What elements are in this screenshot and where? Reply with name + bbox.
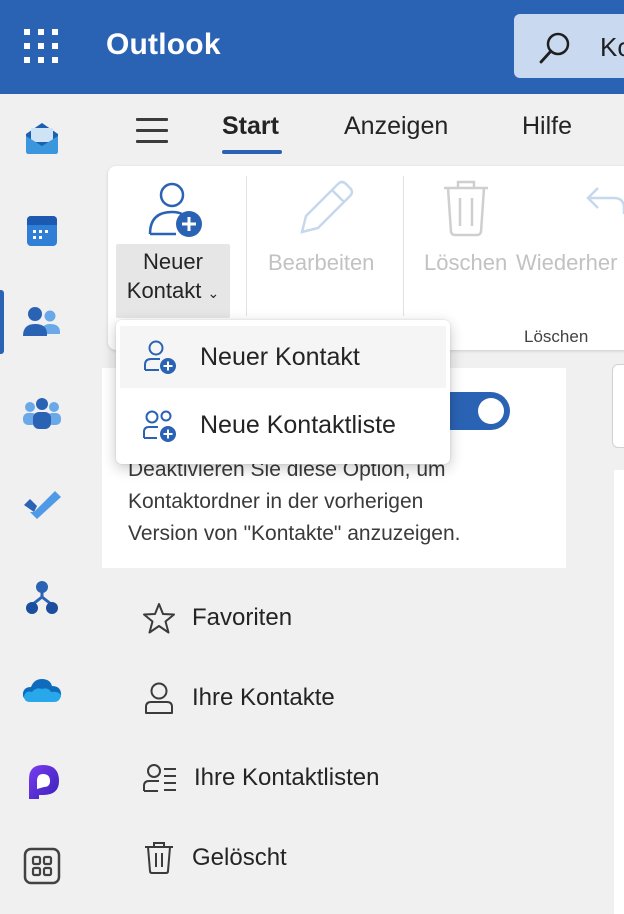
todo-check-icon <box>24 491 61 519</box>
new-contact-label-line2: Kontakt ⌄ <box>126 278 220 303</box>
chevron-down-icon: ⌄ <box>207 285 220 301</box>
nav-item-label: Gelöscht <box>192 844 287 871</box>
menu-item-label: Neuer Kontakt <box>200 342 360 371</box>
right-panel-body <box>614 470 624 914</box>
nav-item-label: Favoriten <box>192 604 293 631</box>
ribbon-group-label: Löschen <box>524 327 589 346</box>
person-add-icon <box>148 182 202 237</box>
calendar-icon <box>27 216 57 246</box>
top-header: Outlook Ko <box>0 0 624 94</box>
person-icon <box>145 682 173 714</box>
star-icon <box>143 603 175 634</box>
ribbon-divider <box>403 176 404 316</box>
app-rail <box>0 94 92 914</box>
nav-item-your-contacts[interactable]: Ihre Kontakte <box>142 678 335 718</box>
toggle-knob <box>478 398 504 424</box>
people-add-icon <box>143 410 176 442</box>
search-input-text[interactable]: Ko <box>600 32 624 63</box>
onedrive-cloud-icon <box>22 679 62 702</box>
new-contact-dropdown: Neuer Kontakt Neue Kontaktliste <box>116 320 450 464</box>
tab-start[interactable]: Start <box>222 112 279 141</box>
apps-grid-icon <box>23 847 61 885</box>
menu-item-new-contact[interactable]: Neuer Kontakt <box>120 326 446 388</box>
nav-item-label: Ihre Kontakte <box>192 684 335 711</box>
nav-item-deleted[interactable]: Gelöscht <box>142 838 287 878</box>
new-contact-button[interactable]: Neuer Kontakt ⌄ <box>116 244 230 318</box>
mail-icon <box>26 123 58 154</box>
people-icon <box>23 307 60 336</box>
new-contact-label-line1: Neuer <box>143 249 203 274</box>
nav-item-label: Ihre Kontaktlisten <box>194 764 380 791</box>
search-icon <box>539 32 570 64</box>
delete-button[interactable]: Löschen <box>424 250 507 276</box>
ribbon-divider <box>246 176 247 316</box>
rail-item-more-apps[interactable] <box>0 836 84 896</box>
rail-item-groups[interactable] <box>0 384 84 444</box>
rail-item-calendar[interactable] <box>0 200 84 260</box>
menu-item-new-contact-list[interactable]: Neue Kontaktliste <box>120 394 446 456</box>
rail-item-todo[interactable] <box>0 474 84 534</box>
app-launcher-icon[interactable] <box>24 29 58 63</box>
nav-item-contact-lists[interactable]: Ihre Kontaktlisten <box>142 758 379 798</box>
person-add-icon <box>144 340 176 374</box>
edit-button[interactable]: Bearbeiten <box>268 250 374 276</box>
pencil-icon <box>300 180 354 234</box>
rail-item-onedrive[interactable] <box>0 662 84 722</box>
toggle-description: Deaktivieren Sie diese Option, um Kontak… <box>128 458 461 545</box>
rail-item-org[interactable] <box>0 568 84 628</box>
right-panel-edge <box>612 364 624 448</box>
delete-trash-icon <box>444 180 488 237</box>
menu-item-label: Neue Kontaktliste <box>200 410 396 439</box>
tab-active-underline <box>222 150 282 154</box>
rail-item-people[interactable] <box>0 292 84 352</box>
trash-icon <box>145 842 173 874</box>
tab-anzeigen[interactable]: Anzeigen <box>344 112 448 141</box>
contact-list-icon <box>143 764 176 792</box>
app-title: Outlook <box>106 28 221 61</box>
rail-item-mail[interactable] <box>0 108 84 168</box>
rail-item-loop[interactable] <box>0 752 84 812</box>
hamburger-menu-icon[interactable] <box>136 118 168 143</box>
org-chart-icon <box>26 581 58 614</box>
restore-button[interactable]: Wiederher <box>516 250 617 276</box>
groups-icon <box>23 398 61 429</box>
tab-hilfe[interactable]: Hilfe <box>522 112 572 141</box>
restore-undo-icon <box>586 187 624 214</box>
nav-item-favorites[interactable]: Favoriten <box>142 598 292 638</box>
search-box[interactable]: Ko <box>514 14 624 78</box>
loop-icon <box>29 765 59 799</box>
ribbon-tabs: Start Anzeigen Hilfe <box>92 94 624 164</box>
